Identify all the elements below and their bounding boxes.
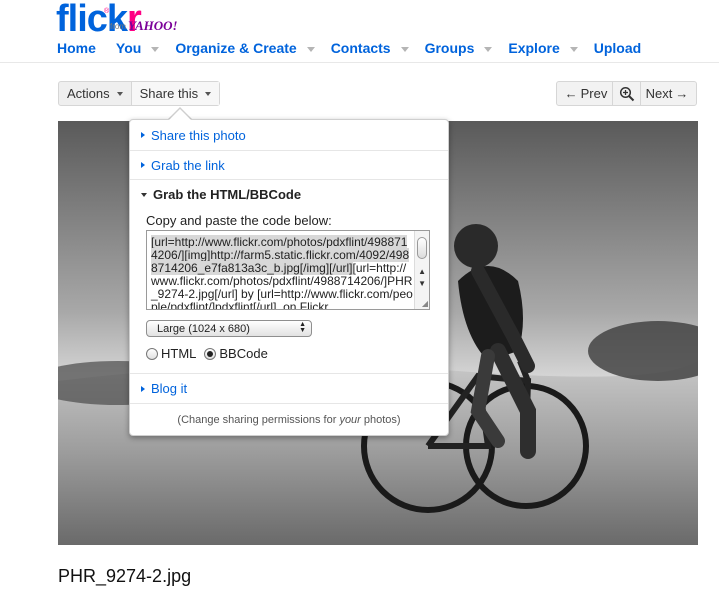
actions-label: Actions: [67, 86, 110, 101]
caret-down-icon: [116, 91, 123, 96]
nav-item-label: You: [115, 40, 142, 56]
triangle-right-icon: [141, 132, 145, 138]
triangle-down-icon: [141, 192, 147, 197]
embed-code-textarea[interactable]: [url=http://www.flickr.com/photos/pdxfli…: [146, 230, 430, 310]
nav-item-label: Contacts: [330, 40, 391, 56]
triangle-right-icon: [141, 162, 145, 168]
bbcode-radio[interactable]: [204, 347, 217, 360]
nav-item-label: Home: [57, 40, 96, 56]
caret-down-icon[interactable]: [306, 46, 315, 52]
html-radio-label[interactable]: HTML: [161, 346, 196, 361]
panel-pointer-inner: [169, 109, 191, 120]
format-radio-group: HTML BBCode: [146, 346, 276, 361]
caret-down-icon[interactable]: [151, 46, 160, 52]
bbcode-radio-label[interactable]: BBCode: [219, 346, 267, 361]
photo-pager: ← Prev Next →: [556, 81, 697, 106]
right-arrow-icon: →: [675, 86, 689, 101]
sharing-permissions-link[interactable]: (Change sharing permissions for your pho…: [130, 414, 448, 426]
copy-instructions: Copy and paste the code below:: [146, 213, 332, 228]
caret-down-icon[interactable]: [400, 46, 409, 52]
nav-item-you[interactable]: You: [116, 40, 175, 56]
zoom-button[interactable]: [613, 82, 641, 105]
prev-button[interactable]: ← Prev: [557, 82, 613, 105]
scroll-down-icon[interactable]: ▼: [418, 279, 426, 288]
grab-html-item[interactable]: Grab the HTML/BBCode: [130, 180, 448, 209]
photo-title: PHR_9274-2.jpg: [58, 566, 192, 586]
nav-item-organize-create[interactable]: Organize & Create: [175, 40, 330, 56]
share-this-button[interactable]: Share this: [131, 82, 220, 105]
photo-toolbar: Actions Share this: [58, 81, 221, 106]
zoom-icon: [619, 86, 634, 101]
image-size-value: Large (1024 x 680): [157, 322, 250, 335]
main-nav: Home You Organize & Create Contacts Groups Ex…: [57, 39, 661, 57]
nav-item-upload[interactable]: Upload: [594, 40, 661, 56]
nav-item-contacts[interactable]: Contacts: [331, 40, 425, 56]
caret-down-icon[interactable]: [569, 46, 578, 52]
header-divider: [0, 62, 719, 63]
embed-code-text: [url=http://www.flickr.com/photos/pdxfli…: [151, 235, 413, 309]
nav-item-explore[interactable]: Explore: [508, 40, 593, 56]
logo-from-text: from: [110, 22, 126, 31]
nav-item-groups[interactable]: Groups: [425, 40, 509, 56]
rider-head: [454, 224, 498, 268]
code-scrollbar[interactable]: ▲ ▼: [414, 231, 429, 309]
scrollbar-thumb[interactable]: [417, 237, 427, 259]
blog-it-item[interactable]: Blog it: [130, 373, 448, 404]
scroll-up-icon[interactable]: ▲: [418, 267, 426, 276]
nav-item-label: Upload: [593, 40, 642, 56]
triangle-right-icon: [141, 385, 145, 392]
next-button[interactable]: Next →: [641, 82, 696, 105]
caret-down-icon[interactable]: [484, 46, 493, 52]
grab-html-heading: Grab the HTML/BBCode: [153, 187, 302, 202]
radio-selected-dot: [207, 350, 214, 357]
next-label: Next: [645, 86, 673, 101]
nav-item-label: Explore: [508, 40, 560, 56]
left-arrow-icon: ←: [564, 86, 578, 101]
caret-down-icon: [205, 91, 212, 96]
html-radio[interactable]: [146, 347, 158, 360]
nav-item-home[interactable]: Home: [57, 40, 116, 56]
select-arrows-icon: ▲ ▼: [299, 321, 306, 334]
logo-flick-text: flick: [56, 0, 128, 40]
prev-label: Prev: [580, 86, 608, 101]
actions-button[interactable]: Actions: [59, 82, 132, 105]
registered-mark: ®: [104, 8, 110, 15]
perm-em: your: [339, 414, 361, 426]
grab-link-item[interactable]: Grab the link: [130, 151, 448, 180]
blog-it-link: Blog it: [151, 381, 188, 396]
image-size-select[interactable]: Large (1024 x 680) ▲ ▼: [146, 320, 312, 337]
share-this-label: Share this: [139, 86, 199, 101]
perm-prefix: (Change sharing permissions for: [177, 414, 340, 426]
perm-suffix: photos): [360, 414, 401, 426]
resize-handle-icon[interactable]: ◢: [422, 299, 428, 308]
share-this-photo-item[interactable]: Share this photo: [130, 120, 448, 151]
share-panel: Share this photo Grab the link Grab the …: [129, 119, 449, 436]
nav-item-label: Organize & Create: [175, 40, 297, 56]
share-this-photo-link: Share this photo: [151, 127, 246, 143]
yahoo-logo: YAHOO!: [128, 18, 178, 33]
grab-link-link: Grab the link: [151, 157, 225, 173]
nav-item-label: Groups: [424, 40, 475, 56]
